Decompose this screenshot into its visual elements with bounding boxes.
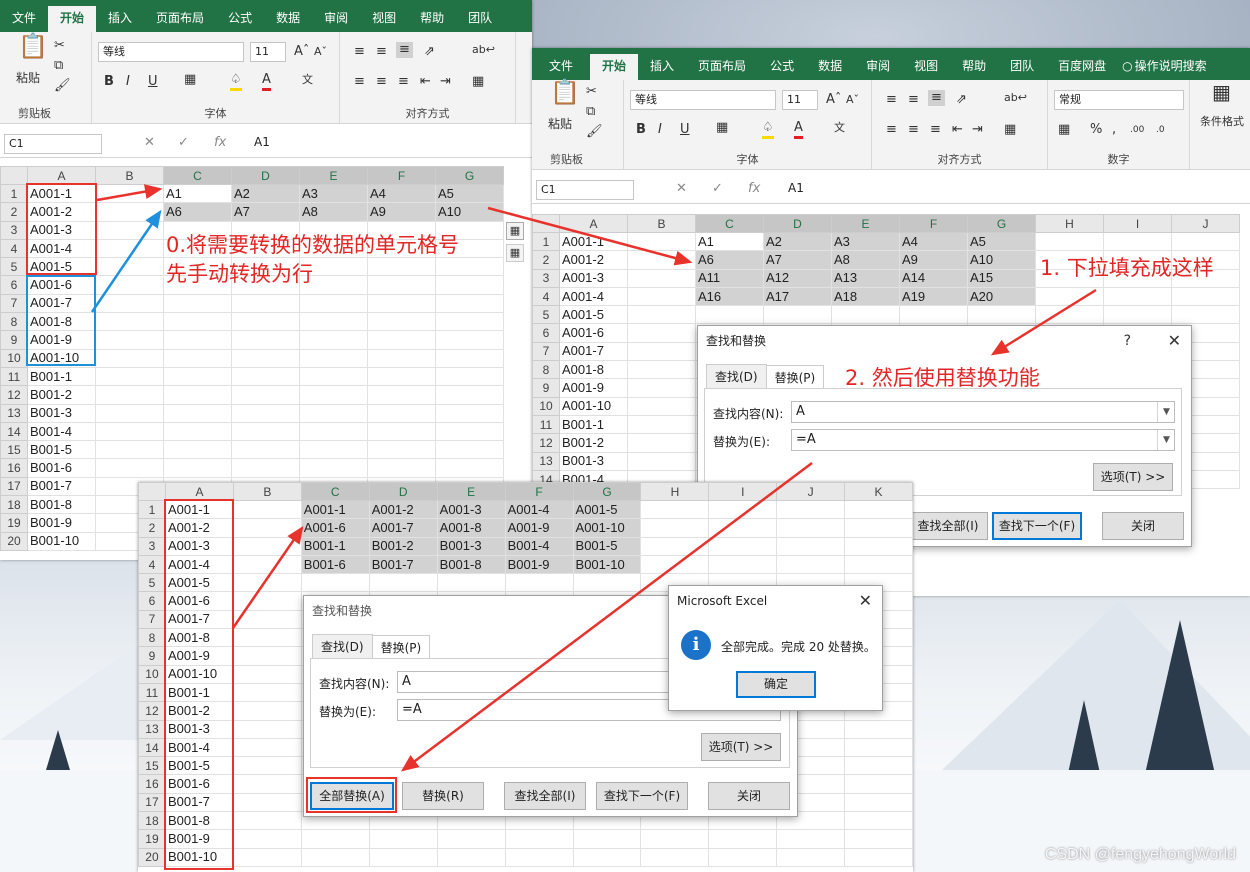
annotation-arrows [90,184,1097,772]
arrow-red [231,525,304,629]
arrow-red [990,288,1097,356]
arrow-red [96,184,163,202]
arrow-red [401,462,813,772]
arrow-red [487,206,693,266]
watermark: CSDN @fengyehongWorld [1044,846,1236,863]
arrow-blue [90,209,162,313]
